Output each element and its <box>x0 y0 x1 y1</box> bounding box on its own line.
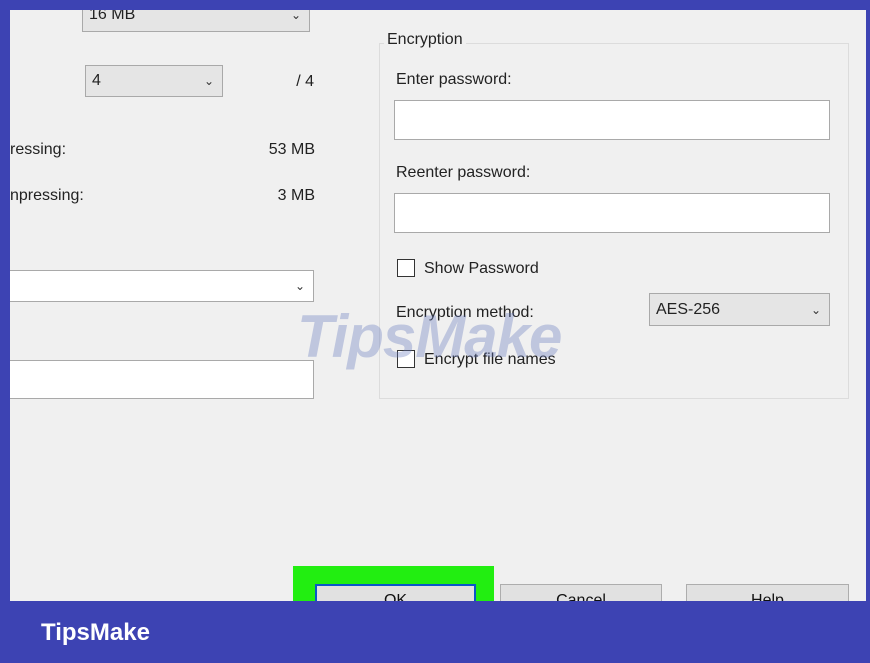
brand-footer: TipsMake <box>0 603 870 663</box>
reenter-password-label: Reenter password: <box>396 164 531 181</box>
reenter-password-input[interactable] <box>394 193 830 233</box>
brand-logo: TipsMake <box>41 619 150 646</box>
chevron-down-icon: ⌄ <box>203 74 214 88</box>
chevron-down-icon: ⌄ <box>290 10 301 22</box>
password-input[interactable] <box>394 100 830 140</box>
dictionary-size-value: 16 MB <box>89 10 136 23</box>
split-volumes-select[interactable]: ⌄ <box>10 270 314 302</box>
memory-decompressing-value: 3 MB <box>277 187 315 204</box>
chevron-down-icon: ⌄ <box>810 302 821 317</box>
encryption-method-value: AES-256 <box>656 300 721 318</box>
encrypt-file-names-label: Encrypt file names <box>424 351 556 368</box>
enter-password-label: Enter password: <box>396 71 512 88</box>
memory-compressing-label: ressing: <box>10 141 67 158</box>
threads-max: / 4 <box>296 73 314 90</box>
show-password-checkbox[interactable] <box>397 259 415 277</box>
show-password-label: Show Password <box>424 260 539 277</box>
threads-value: 4 <box>92 72 101 89</box>
chevron-down-icon: ⌄ <box>294 279 305 293</box>
encryption-method-label: Encryption method: <box>396 304 534 321</box>
dictionary-size-select[interactable]: 16 MB ⌄ <box>82 10 310 32</box>
ok-button[interactable]: OK <box>315 584 476 601</box>
parameters-input[interactable] <box>10 360 314 399</box>
memory-compressing-value: 53 MB <box>268 141 315 158</box>
memory-decompressing-label: npressing: <box>10 187 84 204</box>
cancel-button[interactable]: Cancel <box>500 584 662 601</box>
encryption-group-title: Encryption <box>384 31 466 49</box>
archive-dialog: 16 MB ⌄ 4 ⌄ / 4 ressing: 53 MB npressing… <box>10 10 866 601</box>
encryption-method-select[interactable]: AES-256 ⌄ <box>649 293 830 326</box>
help-button[interactable]: Help <box>686 584 849 601</box>
encrypt-file-names-checkbox[interactable] <box>397 350 415 368</box>
threads-select[interactable]: 4 ⌄ <box>85 65 223 97</box>
